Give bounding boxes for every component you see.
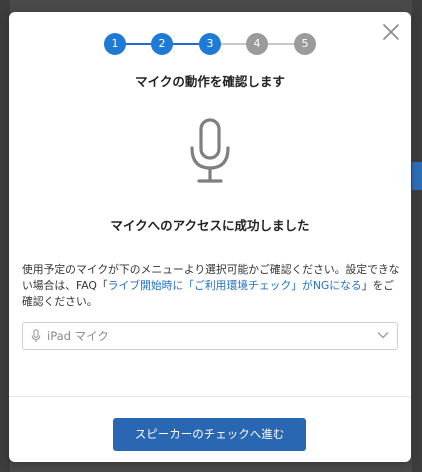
step-1: 1: [104, 33, 126, 55]
backdrop-right: [412, 0, 422, 472]
step-indicator: 1 2 3 4 5: [104, 33, 316, 55]
description-text: 使用予定のマイクが下のメニューより選択可能かご確認ください。設定できない場合は、…: [22, 262, 400, 310]
mic-check-dialog: 1 2 3 4 5 マイクの動作を確認します マイクへのアクセスに成功しました …: [9, 12, 411, 462]
step-3: 3: [199, 33, 221, 55]
microphone-small-icon: [31, 329, 41, 342]
next-to-speaker-check-button[interactable]: スピーカーのチェックへ進む: [113, 418, 306, 451]
success-message: マイクへのアクセスに成功しました: [110, 218, 310, 233]
microphone-icon: [190, 118, 230, 183]
step-5: 5: [294, 33, 316, 55]
chevron-down-icon: [377, 332, 389, 339]
footer-divider: [9, 396, 411, 397]
faq-link[interactable]: ライブ開始時に「ご利用環境チェック」がNGになる: [108, 279, 362, 292]
mic-select[interactable]: iPad マイク: [22, 322, 398, 350]
close-button[interactable]: [381, 22, 401, 42]
backdrop-accent: [412, 162, 422, 190]
close-icon: [383, 24, 399, 40]
mic-select-value: iPad マイク: [47, 329, 109, 343]
step-4: 4: [246, 33, 268, 55]
dialog-title: マイクの動作を確認します: [135, 74, 285, 89]
step-2: 2: [151, 33, 173, 55]
